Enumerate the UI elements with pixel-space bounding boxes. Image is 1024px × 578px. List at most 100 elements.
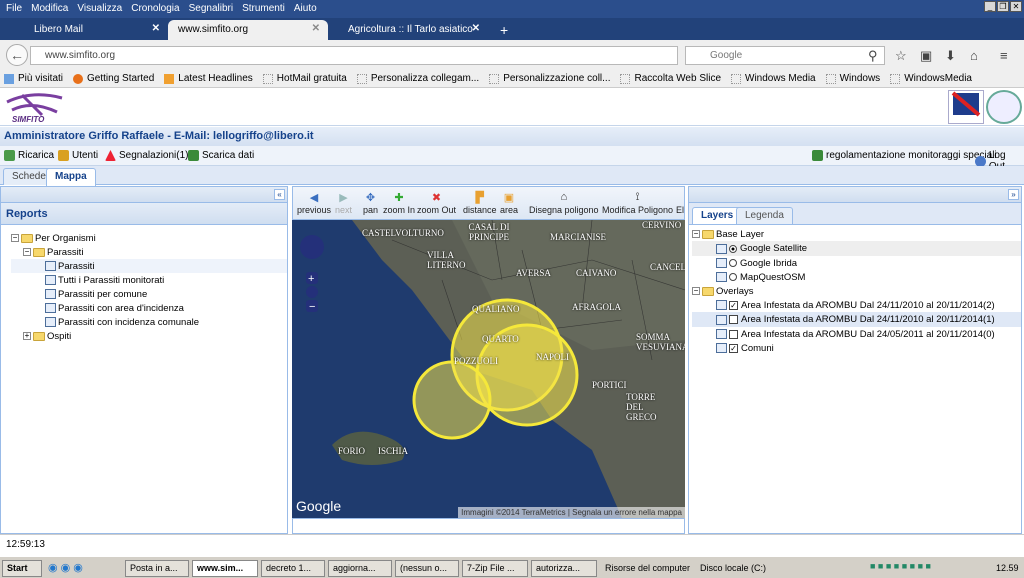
menu-aiuto[interactable]: Aiuto — [292, 0, 324, 18]
bookmark[interactable]: Getting Started — [73, 73, 154, 84]
bookmark[interactable]: Latest Headlines — [164, 73, 253, 84]
tab-mappa[interactable]: Mappa — [46, 168, 96, 186]
back-button[interactable]: ← — [6, 44, 28, 66]
previous-button[interactable]: ◀ previous — [297, 191, 331, 215]
checkbox-checked[interactable]: ✓ — [729, 343, 738, 353]
taskbar-item[interactable]: decreto 1... — [261, 560, 325, 577]
more-button[interactable]: El — [676, 191, 684, 215]
menu-modifica[interactable]: Modifica — [29, 0, 75, 18]
tree-leaf[interactable]: Tutti i Parassiti monitorati — [11, 273, 287, 287]
tree-node-base-layer[interactable]: − Base Layer — [692, 227, 1021, 241]
tab-libero-mail[interactable]: Libero Mail ✕ — [10, 20, 168, 40]
overlay-item[interactable]: ✓ Area Infestata da AROMBU Dal 24/11/2010… — [692, 298, 1021, 312]
overlay-item[interactable]: ✓ Comuni — [692, 341, 1021, 355]
layer-mapquestosm[interactable]: MapQuestOSM — [692, 270, 1021, 284]
collapse-left-icon[interactable]: « — [274, 189, 285, 200]
checkbox[interactable] — [729, 329, 738, 339]
taskbar-item[interactable]: 7-Zip File ... — [462, 560, 528, 577]
bookmark[interactable]: Raccolta Web Slice — [620, 73, 721, 84]
menu-visualizza[interactable]: Visualizza — [75, 0, 129, 18]
menu-cronologia[interactable]: Cronologia — [129, 0, 186, 18]
search-input[interactable]: Google — [685, 46, 885, 65]
tab-layers[interactable]: Layers — [692, 207, 743, 224]
checkbox-checked[interactable]: ✓ — [729, 300, 738, 310]
bookmark[interactable]: HotMail gratuita — [262, 73, 347, 84]
close-tab-icon[interactable]: ✕ — [152, 23, 160, 34]
new-tab-button[interactable]: + — [490, 18, 516, 38]
tree-leaf[interactable]: Parassiti — [11, 259, 287, 273]
next-button[interactable]: ▶ next — [335, 191, 352, 215]
layer-google-ibrida[interactable]: Google Ibrida — [692, 256, 1021, 270]
zoom-out-button[interactable]: ✖ zoom Out — [417, 191, 456, 215]
tree-node-ospiti[interactable]: + Ospiti — [11, 329, 287, 343]
tree-node-overlays[interactable]: − Overlays — [692, 284, 1021, 298]
menu-file[interactable]: File — [4, 0, 29, 18]
quicklaunch-icons[interactable]: ◉ ◉ ◉ — [48, 561, 83, 574]
bookmark[interactable]: Più visitati — [4, 73, 63, 84]
bookmark[interactable]: Windows Media — [731, 73, 816, 84]
checkbox[interactable] — [729, 315, 738, 324]
bookmark[interactable]: Windows — [825, 73, 880, 84]
restore-button[interactable]: ❐ — [997, 1, 1009, 12]
distance-button[interactable]: ▛ distance — [463, 191, 497, 215]
minimize-button[interactable]: _ — [984, 1, 996, 12]
radio-selected[interactable] — [729, 244, 737, 253]
expand-icon[interactable]: + — [23, 332, 31, 340]
rules-button[interactable]: regolamentazione monitoraggi speciali — [812, 150, 997, 161]
overlay-item[interactable]: Area Infestata da AROMBU Dal 24/05/2011 … — [692, 327, 1021, 341]
radio[interactable] — [729, 259, 737, 267]
tree-leaf[interactable]: Parassiti per comune — [11, 287, 287, 301]
download-icon[interactable]: ⬇ — [945, 48, 956, 64]
tab-legenda[interactable]: Legenda — [736, 207, 793, 224]
tab-agricoltura[interactable]: Agricoltura :: Il Tarlo asiatico ✕ — [330, 20, 488, 40]
tree-node-parassiti[interactable]: − Parassiti — [11, 245, 287, 259]
collapse-icon[interactable]: − — [11, 234, 19, 242]
zoom-control[interactable]: +− — [300, 235, 324, 313]
reading-list-icon[interactable]: ▣ — [920, 48, 932, 64]
menu-segnalibri[interactable]: Segnalibri — [187, 0, 240, 18]
zoom-in-button[interactable]: ✚ zoom In — [383, 191, 415, 215]
map-view[interactable]: + − CASTELVOLTURNO CASAL DI PRINCIPE MARC… — [292, 220, 685, 518]
overlay-item[interactable]: Area Infestata da AROMBU Dal 24/11/2010 … — [692, 312, 1021, 327]
close-tab-icon[interactable]: ✕ — [472, 23, 480, 34]
pan-button[interactable]: ✥ pan — [363, 191, 378, 215]
taskbar-item[interactable]: aggiorna... — [328, 560, 392, 577]
local-disk-link[interactable]: Disco locale (C:) — [700, 563, 766, 573]
tray-icons[interactable]: ■ ■ ■ ■ ■ ■ ■ ■ — [870, 561, 931, 571]
taskbar-item-active[interactable]: www.sim... — [192, 560, 258, 577]
taskbar-item[interactable]: autorizza... — [531, 560, 597, 577]
my-computer-link[interactable]: Risorse del computer — [605, 563, 690, 573]
tree-leaf[interactable]: Parassiti con area d'incidenza — [11, 301, 287, 315]
radio[interactable] — [729, 273, 737, 281]
url-bar[interactable]: www.simfito.org — [30, 46, 678, 65]
star-icon[interactable]: ☆ — [895, 48, 907, 64]
reports-button[interactable]: Segnalazioni(1) — [105, 150, 189, 161]
users-button[interactable]: Utenti — [58, 150, 98, 161]
collapse-icon[interactable]: − — [692, 230, 700, 238]
search-icon[interactable]: ⚲ — [868, 48, 878, 64]
close-tab-icon[interactable]: ✕ — [312, 23, 320, 34]
collapse-icon[interactable]: − — [23, 248, 31, 256]
tree-leaf[interactable]: Parassiti con incidenza comunale — [11, 315, 287, 329]
layer-google-satellite[interactable]: Google Satellite — [692, 241, 1021, 256]
tab-simfito[interactable]: www.simfito.org ✕ — [168, 20, 328, 40]
area-button[interactable]: ▣ area — [500, 191, 518, 215]
close-button[interactable]: ✕ — [1010, 1, 1022, 12]
home-icon[interactable]: ⌂ — [970, 48, 978, 63]
bookmark[interactable]: WindowsMedia — [890, 73, 972, 84]
taskbar-item[interactable]: Posta in a... — [125, 560, 189, 577]
start-button[interactable]: Start — [2, 560, 42, 577]
download-data-button[interactable]: Scarica dati — [188, 150, 254, 161]
reload-button[interactable]: Ricarica — [4, 150, 54, 161]
bookmark[interactable]: Personalizza collegam... — [356, 73, 479, 84]
edit-polygon-button[interactable]: ⟟ Modifica Poligono — [602, 191, 673, 215]
bookmark[interactable]: Personalizzazione coll... — [489, 73, 610, 84]
menu-icon[interactable]: ≡ — [1000, 48, 1008, 63]
taskbar-item[interactable]: (nessun o... — [395, 560, 459, 577]
collapse-right-icon[interactable]: » — [1008, 189, 1019, 200]
tree-node-per-organismi[interactable]: − Per Organismi — [11, 231, 287, 245]
collapse-icon[interactable]: − — [692, 287, 700, 295]
menu-strumenti[interactable]: Strumenti — [240, 0, 292, 18]
report-error-link[interactable]: Segnala un errore nella mappa — [572, 508, 682, 517]
draw-polygon-button[interactable]: ⌂ Disegna poligono — [529, 191, 599, 215]
